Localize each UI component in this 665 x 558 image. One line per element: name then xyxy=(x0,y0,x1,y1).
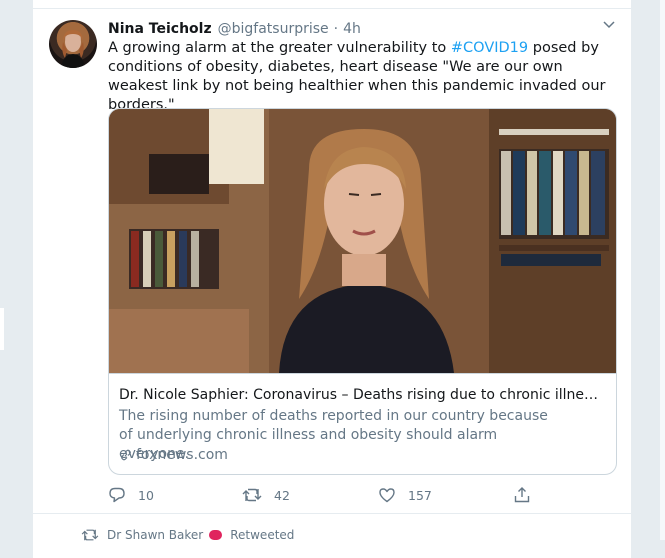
share-button[interactable] xyxy=(513,485,543,505)
divider xyxy=(33,8,631,9)
like-count: 157 xyxy=(408,487,432,503)
card-domain-text: foxnews.com xyxy=(136,447,228,463)
like-icon xyxy=(379,488,395,503)
caret-down-icon[interactable] xyxy=(603,20,615,30)
tweet-actions: 10 42 157 xyxy=(108,485,568,505)
avatar-image xyxy=(61,30,85,68)
card-title: Dr. Nicole Saphier: Coronavirus – Deaths… xyxy=(119,387,604,403)
reply-icon xyxy=(109,487,125,503)
retweet-count: 42 xyxy=(274,487,290,503)
tweet-time[interactable]: 4h xyxy=(343,21,361,37)
link-icon xyxy=(121,449,131,461)
emoji-icon xyxy=(209,530,223,540)
author-name[interactable]: Nina Teicholz xyxy=(108,21,212,37)
tweet-text-start: A growing alarm at the greater vulnerabi… xyxy=(108,40,451,56)
card-domain: foxnews.com xyxy=(119,447,228,463)
tweet-header: Nina Teicholz @bigfatsurprise · 4h xyxy=(108,20,361,38)
hashtag-link[interactable]: #COVID19 xyxy=(451,40,528,56)
page-edge-left xyxy=(0,308,4,350)
divider xyxy=(33,513,631,514)
card-body: Dr. Nicole Saphier: Coronavirus – Deaths… xyxy=(109,373,616,463)
reply-count: 10 xyxy=(138,487,154,503)
card-image xyxy=(109,109,616,373)
retweet-button[interactable]: 42 xyxy=(242,485,290,505)
link-card[interactable]: Dr. Nicole Saphier: Coronavirus – Deaths… xyxy=(108,108,617,475)
author-handle[interactable]: @bigfatsurprise xyxy=(218,21,329,37)
avatar[interactable] xyxy=(49,20,97,68)
share-icon xyxy=(514,487,530,503)
retweet-icon xyxy=(242,488,262,502)
separator-dot: · xyxy=(333,21,339,37)
reply-button[interactable]: 10 xyxy=(108,485,154,505)
like-button[interactable]: 157 xyxy=(378,485,432,505)
tweet-text: A growing alarm at the greater vulnerabi… xyxy=(108,39,618,115)
page-edge-right xyxy=(660,0,665,540)
timeline-column: Nina Teicholz @bigfatsurprise · 4h A gro… xyxy=(32,0,632,558)
